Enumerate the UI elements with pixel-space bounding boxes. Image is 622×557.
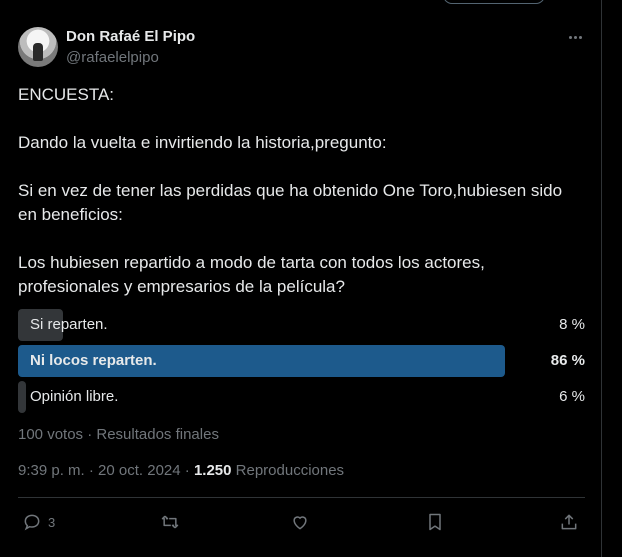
tweet-text: ENCUESTA: Dando la vuelta e invirtiendo … (18, 85, 563, 296)
reply-button[interactable]: 3 (22, 508, 55, 536)
like-button[interactable] (290, 508, 310, 536)
views-label: Reproducciones (231, 462, 345, 479)
poll-option-bar (18, 381, 26, 413)
poll-option-percent: 8 % (559, 316, 585, 333)
poll-option-label: Opinión libre. (30, 388, 119, 405)
poll-meta: 100 votos · Resultados finales (18, 426, 219, 443)
heart-icon (293, 516, 307, 530)
author-handle[interactable]: @rafaelelpipo (66, 49, 159, 66)
poll-option: Ni locos reparten. 86 % (18, 345, 585, 377)
share-icon (561, 514, 577, 530)
bookmark-button[interactable] (425, 508, 445, 536)
poll-option: Si reparten. 8 % (18, 309, 585, 341)
share-button[interactable] (559, 508, 579, 536)
views-count: 1.250 (193, 462, 232, 479)
tweet-timestamp-line: 9:39 p. m. · 20 oct. 2024 · 1.250 Reprod… (18, 462, 344, 479)
author-display-name[interactable]: Don Rafaé El Pipo (66, 28, 195, 45)
poll-option-label: Si reparten. (30, 316, 108, 333)
bookmark-icon (429, 513, 441, 531)
retweet-icon (161, 515, 179, 529)
column-border (601, 0, 602, 557)
poll-option-percent: 6 % (559, 388, 585, 405)
divider (18, 497, 585, 498)
poll-option-percent: 86 % (550, 352, 585, 369)
tweet-timestamp[interactable]: 9:39 p. m. · 20 oct. 2024 · (18, 462, 194, 479)
reply-icon (24, 514, 40, 531)
poll-option-label: Ni locos reparten. (30, 352, 157, 369)
avatar[interactable] (18, 27, 58, 67)
retweet-button[interactable] (160, 508, 180, 536)
more-options-icon[interactable] (565, 28, 585, 46)
poll-option: Opinión libre. 6 % (18, 381, 585, 413)
top-pill-button[interactable] (443, 0, 545, 4)
reply-count: 3 (48, 514, 56, 530)
tweet-actions: 3 (18, 508, 585, 536)
